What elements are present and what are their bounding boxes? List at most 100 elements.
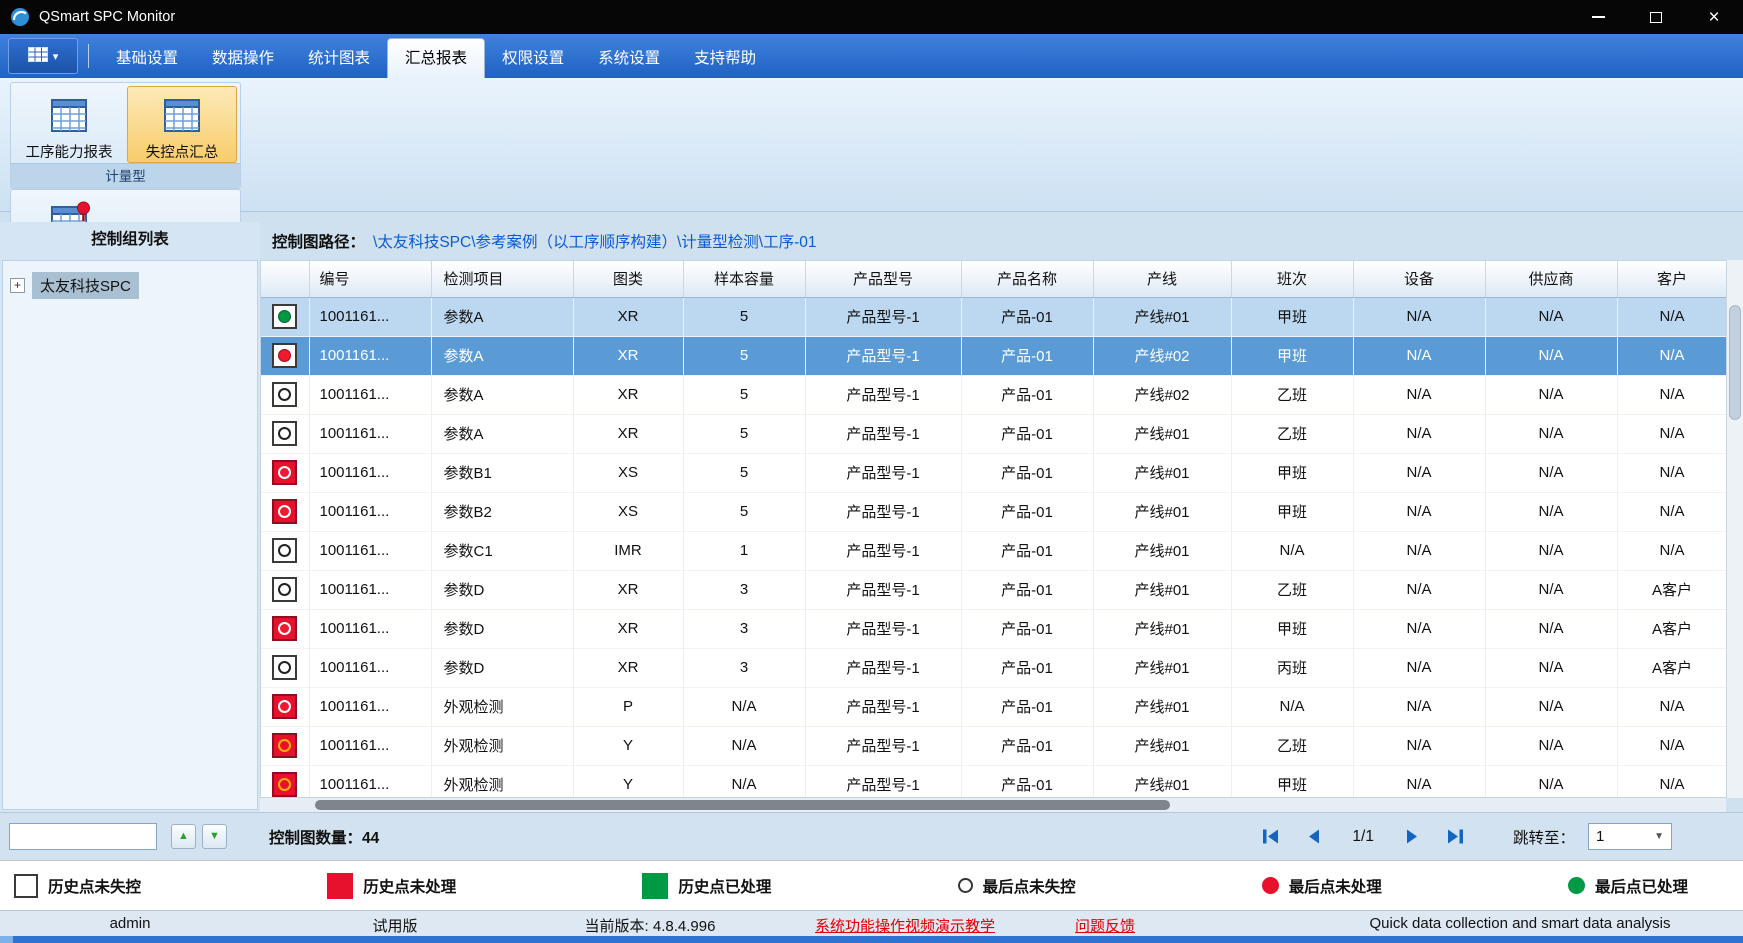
- table-row[interactable]: 1001161...参数AXR5产品型号-1产品-01产线#02乙班N/AN/A…: [261, 375, 1726, 414]
- history-status-icon: [272, 382, 297, 407]
- feedback-link[interactable]: 问题反馈: [1075, 915, 1135, 936]
- table-row[interactable]: 1001161...参数AXR5产品型号-1产品-01产线#01甲班N/AN/A…: [261, 297, 1726, 336]
- menu-bar: ▾ 基础设置数据操作统计图表汇总报表权限设置系统设置支持帮助: [0, 34, 1743, 78]
- move-up-button[interactable]: ▲: [171, 824, 196, 849]
- col-header-编号[interactable]: 编号: [309, 261, 431, 297]
- tree-node-root[interactable]: + 太友科技SPC: [3, 270, 257, 300]
- cell: 乙班: [1231, 726, 1353, 765]
- cell: Y: [573, 726, 683, 765]
- menu-launcher-button[interactable]: ▾: [8, 38, 78, 74]
- cell: N/A: [1353, 765, 1485, 798]
- horizontal-scrollbar-thumb[interactable]: [315, 800, 1170, 810]
- col-header-客户[interactable]: 客户: [1617, 261, 1726, 297]
- table-row[interactable]: 1001161...参数B1XS5产品型号-1产品-01产线#01甲班N/AN/…: [261, 453, 1726, 492]
- table-row[interactable]: 1001161...参数DXR3产品型号-1产品-01产线#01乙班N/AN/A…: [261, 570, 1726, 609]
- tutorial-link[interactable]: 系统功能操作视频演示教学: [815, 915, 995, 936]
- menu-grid-icon: [28, 47, 48, 66]
- ribbon: 工序能力报表失控点汇总计量型良品率报表计数型: [0, 78, 1743, 212]
- tab-汇总报表[interactable]: 汇总报表: [387, 38, 485, 78]
- cell: 产品-01: [961, 609, 1093, 648]
- cell: N/A: [1353, 687, 1485, 726]
- table-row[interactable]: 1001161...外观检测YN/A产品型号-1产品-01产线#01乙班N/AN…: [261, 726, 1726, 765]
- ribbon-button-工序能力报表[interactable]: 工序能力报表: [14, 86, 124, 163]
- square-red-icon: [327, 873, 353, 899]
- table-row[interactable]: 1001161...外观检测PN/A产品型号-1产品-01产线#01N/AN/A…: [261, 687, 1726, 726]
- cell: 1: [683, 531, 805, 570]
- table-row[interactable]: 1001161...参数DXR3产品型号-1产品-01产线#01丙班N/AN/A…: [261, 648, 1726, 687]
- cell: 甲班: [1231, 453, 1353, 492]
- horizontal-scrollbar[interactable]: [260, 798, 1726, 812]
- control-chart-table-zone: 编号检测项目图类样本容量产品型号产品名称产线班次设备供应商客户 1001161.…: [260, 260, 1726, 798]
- tab-基础设置[interactable]: 基础设置: [99, 40, 195, 78]
- next-page-button[interactable]: [1395, 822, 1429, 852]
- maximize-icon: [1650, 12, 1662, 23]
- square-green-icon: [642, 873, 668, 899]
- col-header-产线[interactable]: 产线: [1093, 261, 1231, 297]
- last-point-status-icon: [278, 544, 291, 557]
- ribbon-group-buttons: 工序能力报表失控点汇总: [11, 83, 240, 163]
- status-version: 当前版本: 4.8.4.996: [585, 915, 716, 936]
- cell: N/A: [1353, 414, 1485, 453]
- report-table-icon: [46, 92, 92, 138]
- col-header-班次[interactable]: 班次: [1231, 261, 1353, 297]
- cell: 参数C1: [431, 531, 573, 570]
- arrow-down-icon: ▼: [209, 831, 220, 842]
- cell: XS: [573, 492, 683, 531]
- history-status-icon: [272, 460, 297, 485]
- jump-page-select[interactable]: 1 ▼: [1588, 823, 1672, 850]
- col-header-status[interactable]: [261, 261, 309, 297]
- close-button[interactable]: ×: [1685, 0, 1743, 34]
- cell: 产品-01: [961, 414, 1093, 453]
- cell: N/A: [1353, 492, 1485, 531]
- table-row[interactable]: 1001161...外观检测YN/A产品型号-1产品-01产线#01甲班N/AN…: [261, 765, 1726, 798]
- cell: 产线#01: [1093, 492, 1231, 531]
- tab-系统设置[interactable]: 系统设置: [581, 40, 677, 78]
- last-point-status-icon: [278, 778, 291, 791]
- minimize-button[interactable]: [1569, 0, 1627, 34]
- cell: 产品-01: [961, 375, 1093, 414]
- col-header-图类[interactable]: 图类: [573, 261, 683, 297]
- jump-page-value: 1: [1596, 828, 1604, 845]
- legend-label: 最后点已处理: [1595, 875, 1688, 897]
- move-down-button[interactable]: ▼: [202, 824, 227, 849]
- col-header-供应商[interactable]: 供应商: [1485, 261, 1617, 297]
- ribbon-button-失控点汇总[interactable]: 失控点汇总: [127, 86, 237, 163]
- last-page-button[interactable]: [1438, 822, 1472, 852]
- vertical-scrollbar[interactable]: [1726, 260, 1743, 798]
- cell: N/A: [1617, 453, 1726, 492]
- expand-icon[interactable]: +: [10, 278, 25, 293]
- col-header-产品名称[interactable]: 产品名称: [961, 261, 1093, 297]
- col-header-检测项目[interactable]: 检测项目: [431, 261, 573, 297]
- chart-path-link[interactable]: \太友科技SPC\参考案例（以工序顺序构建）\计量型检测\工序-01: [373, 230, 817, 252]
- col-header-样本容量[interactable]: 样本容量: [683, 261, 805, 297]
- cell: N/A: [1485, 648, 1617, 687]
- cell: 5: [683, 375, 805, 414]
- maximize-button[interactable]: [1627, 0, 1685, 34]
- first-page-button[interactable]: [1254, 822, 1288, 852]
- filter-input[interactable]: [9, 823, 157, 850]
- table-row[interactable]: 1001161...参数AXR5产品型号-1产品-01产线#01乙班N/AN/A…: [261, 414, 1726, 453]
- title-bar: QSmart SPC Monitor ×: [0, 0, 1743, 34]
- prev-page-button[interactable]: [1297, 822, 1331, 852]
- tab-支持帮助[interactable]: 支持帮助: [677, 40, 773, 78]
- col-header-设备[interactable]: 设备: [1353, 261, 1485, 297]
- table-row[interactable]: 1001161...参数C1IMR1产品型号-1产品-01产线#01N/AN/A…: [261, 531, 1726, 570]
- vertical-scrollbar-thumb[interactable]: [1729, 305, 1741, 420]
- row-status-cell: [261, 297, 309, 336]
- cell: N/A: [1485, 297, 1617, 336]
- tree-node-label: 太友科技SPC: [32, 272, 139, 299]
- cell: N/A: [1353, 531, 1485, 570]
- table-row[interactable]: 1001161...参数DXR3产品型号-1产品-01产线#01甲班N/AN/A…: [261, 609, 1726, 648]
- cell: N/A: [1617, 492, 1726, 531]
- tab-统计图表[interactable]: 统计图表: [291, 40, 387, 78]
- report-table-icon: [159, 92, 205, 138]
- first-page-icon: [1260, 828, 1282, 845]
- table-row[interactable]: 1001161...参数B2XS5产品型号-1产品-01产线#01甲班N/AN/…: [261, 492, 1726, 531]
- cell: 1001161...: [309, 609, 431, 648]
- cell: 产线#01: [1093, 414, 1231, 453]
- col-header-产品型号[interactable]: 产品型号: [805, 261, 961, 297]
- tab-数据操作[interactable]: 数据操作: [195, 40, 291, 78]
- table-row[interactable]: 1001161...参数AXR5产品型号-1产品-01产线#02甲班N/AN/A…: [261, 336, 1726, 375]
- cell: N/A: [1485, 492, 1617, 531]
- tab-权限设置[interactable]: 权限设置: [485, 40, 581, 78]
